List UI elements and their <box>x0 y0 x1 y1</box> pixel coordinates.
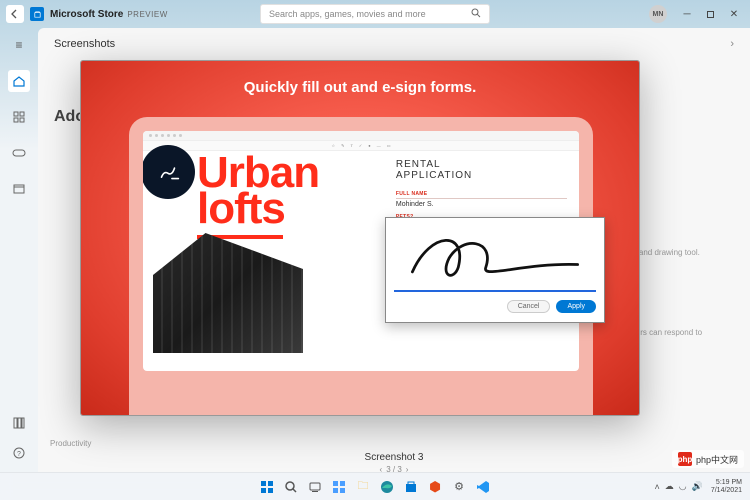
counter-next-icon[interactable]: › <box>406 465 409 472</box>
store-app-icon <box>30 7 44 21</box>
signature-popup: Cancel Apply <box>385 217 605 323</box>
fullname-label: FULL NAME <box>396 191 567 199</box>
back-button[interactable] <box>6 5 24 23</box>
tray-onedrive-icon[interactable]: ☁ <box>665 481 674 492</box>
svg-text:?: ? <box>17 451 21 458</box>
brand-logo: Urban lofts <box>197 155 319 227</box>
sidebar-nav: ≡ ? <box>0 28 38 472</box>
side-note-2: wers can respond to <box>630 328 720 337</box>
window-titlebar: Microsoft Store PREVIEW Search apps, gam… <box>0 0 750 28</box>
sidebar-movies-icon[interactable] <box>8 178 30 200</box>
watermark-text: php中文网 <box>696 453 738 466</box>
screenshot-tagline: Quickly fill out and e-sign forms. <box>81 79 639 96</box>
vscode-icon[interactable] <box>474 478 492 496</box>
explorer-icon[interactable]: 🗀 <box>354 478 372 496</box>
taskbar-search-icon[interactable] <box>282 478 300 496</box>
edge-icon[interactable] <box>378 478 396 496</box>
sidebar-library-icon[interactable] <box>12 416 26 432</box>
search-icon <box>471 8 481 21</box>
building-image <box>153 233 303 353</box>
side-note: ehand drawing tool. <box>630 248 720 257</box>
productivity-label: Productivity <box>50 439 91 448</box>
screenshot-name: Screenshot 3 <box>38 452 750 463</box>
store-icon[interactable] <box>402 478 420 496</box>
start-button[interactable] <box>258 478 276 496</box>
watermark-logo: php <box>678 452 692 466</box>
office-icon[interactable]: ⬢ <box>426 478 444 496</box>
counter-prev-icon[interactable]: ‹ <box>380 465 383 472</box>
watermark: php php中文网 <box>672 450 744 468</box>
search-placeholder: Search apps, games, movies and more <box>269 9 426 19</box>
cancel-button[interactable]: Cancel <box>507 300 551 313</box>
taskbar: 🗀 ⬢ ⚙ ˄ ☁ ◡ 🔊 5:19 PM 7/14/2021 <box>0 472 750 500</box>
tray-chevron-icon[interactable]: ˄ <box>655 482 660 492</box>
user-avatar[interactable]: MN <box>649 5 667 23</box>
screenshot-viewer: Quickly fill out and e-sign forms. ☆✎T✓●… <box>80 60 640 416</box>
section-title: Screenshots <box>54 38 115 50</box>
settings-icon[interactable]: ⚙ <box>450 478 468 496</box>
doc-title: RENTALAPPLICATION <box>396 159 567 181</box>
search-input[interactable]: Search apps, games, movies and more <box>260 4 490 24</box>
tray-volume-icon[interactable]: 🔊 <box>692 481 703 492</box>
preview-badge: PREVIEW <box>127 10 167 19</box>
document-menubar <box>143 131 579 141</box>
app-title: Microsoft Store <box>50 9 123 20</box>
sidebar-menu-icon[interactable]: ≡ <box>8 34 30 56</box>
taskview-icon[interactable] <box>306 478 324 496</box>
sidebar-gaming-icon[interactable] <box>8 142 30 164</box>
sidebar-home-icon[interactable] <box>8 70 30 92</box>
sidebar-help-icon[interactable]: ? <box>12 446 26 462</box>
screenshot-counter: ‹ 3 / 3 › <box>38 465 750 472</box>
system-clock[interactable]: 5:19 PM 7/14/2021 <box>711 479 742 494</box>
apply-button[interactable]: Apply <box>556 300 596 313</box>
sidebar-apps-icon[interactable] <box>8 106 30 128</box>
section-expand-icon[interactable]: › <box>730 38 734 50</box>
widgets-icon[interactable] <box>330 478 348 496</box>
window-minimize-button[interactable]: ─ <box>681 9 693 20</box>
window-close-button[interactable]: ✕ <box>728 9 740 20</box>
signature-canvas[interactable] <box>394 226 596 292</box>
esign-badge-icon <box>143 145 195 199</box>
fullname-value: Mohinder S. <box>396 201 567 208</box>
tray-wifi-icon[interactable]: ◡ <box>679 481 687 492</box>
window-maximize-button[interactable] <box>707 11 714 18</box>
